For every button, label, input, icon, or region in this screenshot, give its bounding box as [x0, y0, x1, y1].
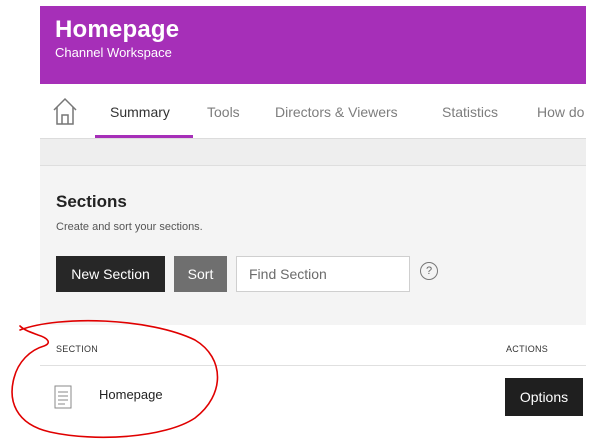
nav-tabs: Summary Tools Directors & Viewers Statis…: [40, 88, 586, 139]
column-header-section: SECTION: [56, 344, 99, 354]
tab-directors-viewers[interactable]: Directors & Viewers: [275, 104, 398, 120]
sections-description: Create and sort your sections.: [56, 221, 203, 233]
tab-tools[interactable]: Tools: [207, 104, 240, 120]
sections-panel: Sections Create and sort your sections.: [40, 166, 586, 325]
tab-how-do[interactable]: How do: [537, 104, 584, 120]
help-circle-icon[interactable]: ?: [420, 262, 438, 280]
sort-button[interactable]: Sort: [174, 256, 227, 292]
channel-workspace-page: Homepage Channel Workspace Summary Tools…: [0, 0, 598, 444]
page-subtitle: Channel Workspace: [55, 45, 172, 60]
section-name[interactable]: Homepage: [99, 387, 163, 402]
find-section-input[interactable]: [236, 256, 410, 292]
tab-statistics[interactable]: Statistics: [442, 104, 498, 120]
toolbar-band: [40, 139, 586, 166]
sections-heading: Sections: [56, 192, 127, 211]
tab-summary[interactable]: Summary: [110, 104, 170, 120]
page-title: Homepage: [55, 16, 180, 43]
new-section-button[interactable]: New Section: [56, 256, 165, 292]
options-button[interactable]: Options: [505, 378, 583, 416]
table-header: SECTION ACTIONS: [40, 325, 586, 366]
active-tab-indicator: [95, 135, 193, 138]
column-header-actions: ACTIONS: [506, 344, 549, 354]
workspace-header: Homepage Channel Workspace: [40, 6, 586, 84]
home-icon[interactable]: [52, 96, 78, 126]
document-icon: [54, 385, 72, 409]
